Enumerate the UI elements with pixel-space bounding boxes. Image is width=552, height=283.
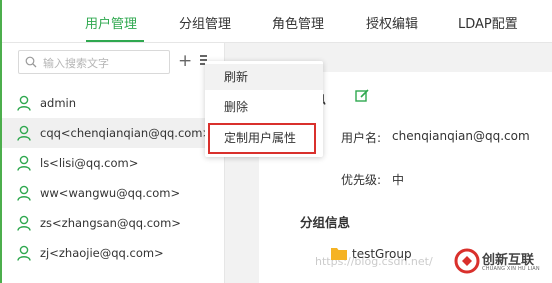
username-label: 用户名: [341,131,382,145]
user-list: admin cqq<chenqianqian@qq.com> ls<lisi@q… [2,88,224,268]
top-navigation: 用户管理 分组管理 角色管理 授权编辑 LDAP配置 [2,0,552,43]
user-label: admin [40,96,77,110]
user-sidebar: + admin cqq<chenqianqian@qq.com> ls<lisi… [2,43,225,283]
list-item[interactable]: ls<lisi@qq.com> [2,148,224,178]
search-icon [25,56,37,68]
user-label: ls<lisi@qq.com> [40,156,139,170]
user-icon [17,245,31,261]
user-icon [17,95,31,111]
tab-authorization-edit[interactable]: 授权编辑 [366,13,418,32]
priority-label: 优先级: [341,173,382,187]
user-icon [17,125,31,141]
menu-item-custom-attributes[interactable]: 定制用户属性 [205,125,323,151]
user-icon [17,185,31,201]
tab-user-management[interactable]: 用户管理 [85,13,137,32]
edit-icon[interactable] [355,88,370,103]
tab-role-management[interactable]: 角色管理 [272,13,324,32]
brand-subtitle: CHUANG XIN HU LIAN [482,266,540,272]
user-label: zs<zhangsan@qq.com> [40,216,181,230]
tab-ldap-config[interactable]: LDAP配置 [458,13,518,32]
group-info-title: 分组信息 [300,215,351,230]
context-menu: 刷新 删除 定制用户属性 [205,61,323,157]
brand-logo: 创新互联 CHUANG XIN HU LIAN [452,239,552,283]
add-user-button[interactable]: + [178,51,192,71]
list-item[interactable]: admin [2,88,224,118]
search-input[interactable] [41,53,165,73]
group-name[interactable]: testGroup [352,247,412,261]
list-item[interactable]: ww<wangwu@qq.com> [2,178,224,208]
list-item[interactable]: zs<zhangsan@qq.com> [2,208,224,238]
active-tab-indicator [86,40,144,42]
user-icon [17,215,31,231]
user-label: ww<wangwu@qq.com> [40,186,181,200]
brand-logo-icon [454,248,480,274]
menu-item-refresh[interactable]: 刷新 [205,64,323,90]
user-label: cqq<chenqianqian@qq.com> [40,126,213,140]
priority-value: 中 [392,173,405,187]
list-item[interactable]: cqq<chenqianqian@qq.com> [2,118,224,148]
search-box[interactable] [18,50,170,74]
folder-icon [331,248,347,260]
tab-group-management[interactable]: 分组管理 [179,13,231,32]
user-icon [17,155,31,171]
list-item[interactable]: zj<zhaojie@qq.com> [2,238,224,268]
username-value: chenqianqian@qq.com [392,129,530,143]
user-label: zj<zhaojie@qq.com> [40,246,164,260]
menu-item-delete[interactable]: 删除 [205,94,323,120]
